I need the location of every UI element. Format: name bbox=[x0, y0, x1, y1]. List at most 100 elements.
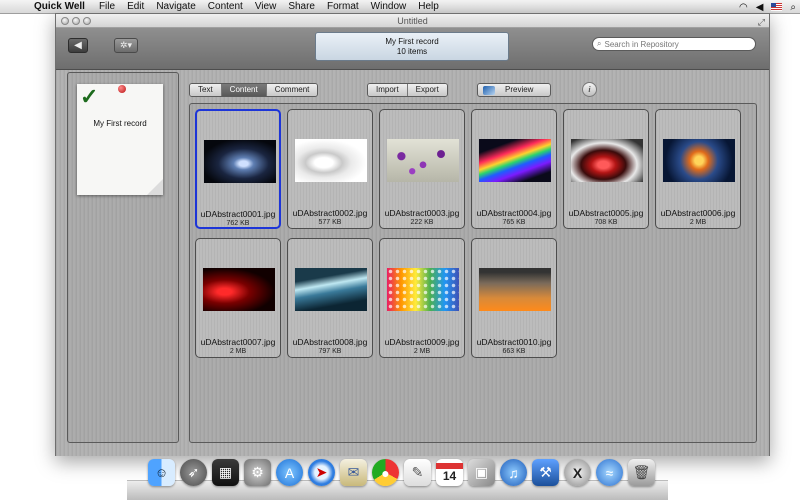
back-arrow-icon: ◀ bbox=[74, 40, 82, 51]
file-name: uDAbstract0001.jpg bbox=[200, 209, 276, 219]
file-tile[interactable]: uDAbstract0005.jpg 708 KB bbox=[563, 109, 649, 229]
action-menu-button[interactable]: ✲▾ bbox=[114, 38, 138, 53]
wifi-icon[interactable]: ◠ bbox=[739, 2, 748, 13]
file-tile[interactable]: uDAbstract0004.jpg 765 KB bbox=[471, 109, 557, 229]
thumbnail-image bbox=[479, 139, 551, 182]
menu-navigate[interactable]: Navigate bbox=[156, 1, 195, 12]
file-size: 2 MB bbox=[229, 348, 247, 355]
search-icon: ⌕ bbox=[597, 39, 602, 48]
menu-edit[interactable]: Edit bbox=[127, 1, 144, 12]
tab-comment[interactable]: Comment bbox=[266, 84, 318, 96]
file-tile[interactable]: uDAbstract0008.jpg 797 KB bbox=[287, 238, 373, 358]
file-size: 2 MB bbox=[413, 348, 431, 355]
app-store-icon[interactable]: A bbox=[276, 459, 303, 486]
file-tile[interactable]: uDAbstract0006.jpg 2 MB bbox=[655, 109, 741, 229]
dashboard-icon[interactable]: ▦ bbox=[212, 459, 239, 486]
file-name: uDAbstract0003.jpg bbox=[384, 208, 460, 218]
file-name: uDAbstract0006.jpg bbox=[660, 208, 736, 218]
volume-icon[interactable]: ◀ bbox=[756, 2, 764, 13]
checkmark-icon: ✓ bbox=[80, 84, 99, 109]
record-note-card[interactable]: ✓ My First record bbox=[77, 84, 163, 195]
thumbnail-image bbox=[295, 268, 367, 311]
file-size: 797 KB bbox=[318, 348, 342, 355]
zoom-window-button[interactable] bbox=[83, 17, 91, 25]
file-size: 765 KB bbox=[502, 219, 526, 226]
note-title: My First record bbox=[93, 119, 147, 128]
finder-icon[interactable]: ☺ bbox=[148, 459, 175, 486]
photo-booth-icon[interactable]: ▣ bbox=[468, 459, 495, 486]
import-button[interactable]: Import bbox=[368, 84, 408, 96]
toolbar: ◀ ✲▾ My First record 10 items ⌕ bbox=[56, 28, 769, 70]
app-menu[interactable]: Quick Well bbox=[34, 1, 85, 12]
file-name: uDAbstract0009.jpg bbox=[384, 337, 460, 347]
mail-icon[interactable]: ✉ bbox=[340, 459, 367, 486]
thumbnail-image bbox=[663, 139, 735, 182]
thumbnail-image bbox=[479, 268, 551, 311]
file-size: 708 KB bbox=[594, 219, 618, 226]
thumbnail-image bbox=[571, 139, 643, 182]
info-button[interactable]: i bbox=[582, 82, 597, 97]
tab-content[interactable]: Content bbox=[221, 84, 267, 96]
system-preferences-icon[interactable]: ⚙ bbox=[244, 459, 271, 486]
menu-format[interactable]: Format bbox=[327, 1, 359, 12]
import-export-group: Import Export bbox=[367, 83, 448, 97]
record-count: 10 items bbox=[396, 47, 428, 56]
textedit-icon[interactable]: ✎ bbox=[404, 459, 431, 486]
file-size: 577 KB bbox=[318, 219, 342, 226]
calendar-icon[interactable]: 14 bbox=[436, 459, 463, 486]
file-name: uDAbstract0005.jpg bbox=[568, 208, 644, 218]
search-input[interactable] bbox=[604, 39, 745, 49]
itunes-icon[interactable]: ♫ bbox=[500, 459, 527, 486]
file-name: uDAbstract0010.jpg bbox=[476, 337, 552, 347]
file-tile[interactable]: uDAbstract0007.jpg 2 MB bbox=[195, 238, 281, 358]
file-name: uDAbstract0007.jpg bbox=[200, 337, 276, 347]
thumbnail-image bbox=[387, 268, 459, 311]
file-size: 2 MB bbox=[689, 219, 707, 226]
record-title: My First record bbox=[385, 37, 439, 46]
chrome-icon[interactable]: ● bbox=[372, 459, 399, 486]
thumbnail-image bbox=[204, 140, 276, 183]
menu-help[interactable]: Help bbox=[418, 1, 439, 12]
pushpin-icon bbox=[118, 85, 126, 93]
menu-share[interactable]: Share bbox=[288, 1, 315, 12]
fullscreen-icon[interactable]: ⤢ bbox=[758, 15, 765, 29]
minimize-window-button[interactable] bbox=[72, 17, 80, 25]
input-source-flag-icon[interactable] bbox=[771, 3, 783, 11]
window-controls bbox=[61, 17, 91, 25]
file-tile[interactable]: uDAbstract0002.jpg 577 KB bbox=[287, 109, 373, 229]
thumbnail-image bbox=[295, 139, 367, 182]
x11-icon[interactable]: X bbox=[564, 459, 591, 486]
menu-file[interactable]: File bbox=[99, 1, 115, 12]
preview-icon bbox=[483, 85, 495, 95]
file-tile[interactable]: uDAbstract0003.jpg 222 KB bbox=[379, 109, 465, 229]
search-field: ⌕ bbox=[592, 37, 756, 51]
file-tile[interactable]: uDAbstract0010.jpg 663 KB bbox=[471, 238, 557, 358]
view-tabs: Text Content Comment bbox=[189, 83, 319, 97]
menu-window[interactable]: Window bbox=[371, 1, 407, 12]
tab-text[interactable]: Text bbox=[190, 84, 222, 96]
menu-content[interactable]: Content bbox=[208, 1, 243, 12]
xcode-icon[interactable]: ⚒ bbox=[532, 459, 559, 486]
content-area: ✓ My First record Text Content Comment I… bbox=[56, 70, 769, 456]
preview-button[interactable]: Preview bbox=[477, 83, 551, 97]
file-tile[interactable]: uDAbstract0009.jpg 2 MB bbox=[379, 238, 465, 358]
trash-icon[interactable]: 🗑 bbox=[628, 459, 655, 486]
export-button[interactable]: Export bbox=[407, 84, 447, 96]
file-name: uDAbstract0008.jpg bbox=[292, 337, 368, 347]
quick-well-icon[interactable]: ≈ bbox=[596, 459, 623, 486]
back-button[interactable]: ◀ bbox=[68, 38, 88, 53]
preview-label: Preview bbox=[505, 85, 534, 94]
file-tile[interactable]: uDAbstract0001.jpg 762 KB bbox=[195, 109, 281, 229]
file-grid: uDAbstract0001.jpg 762 KB uDAbstract0002… bbox=[189, 103, 757, 443]
status-menus: ◠ ◀ ⌕ bbox=[739, 0, 796, 14]
close-window-button[interactable] bbox=[61, 17, 69, 25]
spotlight-icon[interactable]: ⌕ bbox=[790, 2, 796, 13]
file-size: 663 KB bbox=[502, 348, 526, 355]
main-window: Untitled ⤢ ◀ ✲▾ My First record 10 items… bbox=[55, 13, 770, 456]
menu-bar: Quick Well File Edit Navigate Content Vi… bbox=[0, 0, 800, 14]
safari-icon[interactable]: ➤ bbox=[308, 459, 335, 486]
file-size: 222 KB bbox=[410, 219, 434, 226]
calendar-day: 14 bbox=[442, 468, 457, 483]
launchpad-icon[interactable]: ➶ bbox=[180, 459, 207, 486]
menu-view[interactable]: View bbox=[255, 1, 277, 12]
